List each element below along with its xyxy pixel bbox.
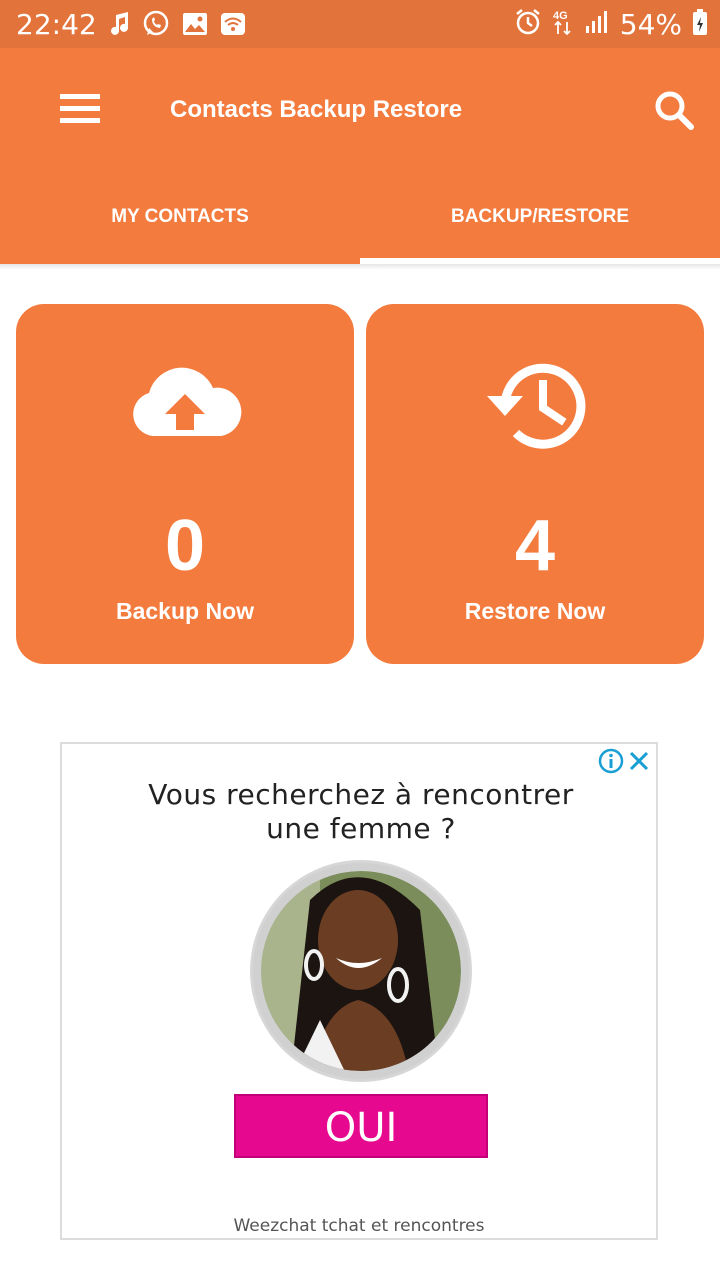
ad-close-icon[interactable] [626,748,652,774]
status-icons-right: 4G 54% [514,8,708,41]
ad-headline-line2: une femme ? [266,812,456,845]
alarm-icon [514,8,542,41]
ad-info-icon[interactable] [598,748,624,774]
ad-headline: Vous recherchez à rencontrer une femme ? [102,778,620,846]
app-bar: Contacts Backup Restore MY CONTACTS BACK… [0,48,720,264]
menu-button[interactable] [56,90,104,130]
restore-now-label: Restore Now [464,598,606,624]
status-icons-left [108,10,246,43]
app-title: Contacts Backup Restore [170,96,463,123]
search-button[interactable] [652,88,696,132]
history-restore-icon [475,356,595,456]
wifi-icon [220,12,246,41]
gallery-icon [182,12,208,41]
whatsapp-icon [142,10,170,43]
tab-backup-restore[interactable]: BACKUP/RESTORE [360,192,720,258]
ad-cta-button[interactable]: OUI [234,1094,488,1158]
battery-percent: 54% [619,8,682,41]
music-note-icon [108,11,130,42]
status-time: 22:42 [16,8,97,41]
backup-now-label: Backup Now [115,598,255,624]
svg-text:4G: 4G [553,10,568,22]
tab-my-contacts[interactable]: MY CONTACTS [0,192,360,258]
restore-now-card[interactable]: 4 Restore Now [366,304,704,664]
app-bar-shadow [0,264,720,270]
backup-count: 0 [164,506,206,586]
ad-banner[interactable]: Vous recherchez à rencontrer une femme ?… [60,742,658,1240]
network-4g-icon: 4G [552,8,574,41]
search-icon [652,91,696,136]
battery-icon [692,8,708,41]
tab-my-contacts-label: MY CONTACTS [111,206,249,227]
signal-icon [584,9,610,40]
cloud-upload-icon [125,356,245,456]
restore-count: 4 [514,506,556,586]
ad-photo [250,860,472,1082]
backup-now-card[interactable]: 0 Backup Now [16,304,354,664]
hamburger-menu-icon [56,94,104,134]
ad-headline-line1: Vous recherchez à rencontrer [148,778,574,811]
ad-footer: Weezchat tchat et rencontres [233,1216,485,1236]
tab-backup-restore-label: BACKUP/RESTORE [450,206,630,227]
status-bar: 22:42 4G 54% [0,0,720,48]
